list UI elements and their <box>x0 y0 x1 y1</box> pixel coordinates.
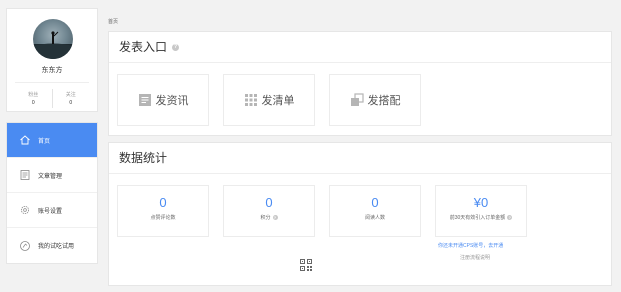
open-cps-link[interactable]: 你还未开通CPS账号，去开通 <box>438 242 503 249</box>
sidebar: 东东方 粉丝 0 关注 0 首页 文章管理 账号设置 我的试吃试用 <box>6 8 98 264</box>
publish-panel: 发表入口 ? 发资讯 发清单 发搭配 <box>108 31 612 136</box>
stat-caption: 积分 <box>260 215 271 221</box>
publish-cards: 发资讯 发清单 发搭配 <box>117 74 421 126</box>
fans-value: 0 <box>31 100 35 106</box>
nav-item-trials[interactable]: 我的试吃试用 <box>7 228 97 263</box>
help-icon[interactable]: ? <box>507 215 513 220</box>
article-icon <box>138 93 152 107</box>
stat-card-points: 0 积分? <box>223 185 315 237</box>
gear-icon <box>19 204 31 216</box>
stat-card-likes-comments: 0 点赞评论数 <box>117 185 209 237</box>
stats-panel: 数据统计 0 点赞评论数 0 积分? 0 阅读人数 ¥0 前30天有效引入订单金… <box>108 142 612 286</box>
combo-icon <box>350 93 364 107</box>
stat-caption: 前30天有效引入订单金额 <box>449 215 506 221</box>
nav-item-label: 账号设置 <box>38 208 63 215</box>
trial-icon <box>19 240 31 252</box>
stat-value: 0 <box>159 195 167 210</box>
avatar[interactable] <box>33 19 73 59</box>
registration-guide-link[interactable]: 注册流程说明 <box>460 254 490 261</box>
follow-stat[interactable]: 关注 0 <box>51 89 90 108</box>
publish-list-button[interactable]: 发清单 <box>223 74 315 126</box>
publish-list-label: 发清单 <box>261 95 295 107</box>
nav-item-label: 文章管理 <box>38 173 63 180</box>
breadcrumb[interactable]: 首页 <box>108 18 118 25</box>
publish-combo-label: 发搭配 <box>367 95 401 107</box>
home-icon <box>19 134 31 146</box>
stats-title: 数据统计 <box>119 150 168 165</box>
publish-article-label: 发资讯 <box>155 95 189 107</box>
nav-item-label: 首页 <box>38 138 51 145</box>
stat-caption: 点赞评论数 <box>150 215 176 221</box>
follow-label: 关注 <box>65 92 76 98</box>
stat-card-order-amount: ¥0 前30天有效引入订单金额? <box>435 185 527 237</box>
nav-item-articles[interactable]: 文章管理 <box>7 158 97 193</box>
publish-title-bar: 发表入口 ? <box>109 32 611 63</box>
stat-card-readers: 0 阅读人数 <box>329 185 421 237</box>
stat-cards: 0 点赞评论数 0 积分? 0 阅读人数 ¥0 前30天有效引入订单金额? <box>117 185 527 237</box>
stat-value: 0 <box>371 195 379 210</box>
publish-combo-button[interactable]: 发搭配 <box>329 74 421 126</box>
fans-stat[interactable]: 粉丝 0 <box>15 83 52 108</box>
stats-title-bar: 数据统计 <box>109 143 611 174</box>
publish-article-button[interactable]: 发资讯 <box>117 74 209 126</box>
nav-item-home[interactable]: 首页 <box>7 123 97 158</box>
nav-item-label: 我的试吃试用 <box>38 244 75 250</box>
publish-title: 发表入口 <box>119 39 168 54</box>
side-nav: 首页 文章管理 账号设置 我的试吃试用 <box>6 122 98 264</box>
username: 东东方 <box>41 67 63 74</box>
document-icon <box>19 169 31 181</box>
help-icon[interactable]: ? <box>272 215 278 220</box>
nav-item-account-settings[interactable]: 账号设置 <box>7 193 97 228</box>
grid-list-icon <box>244 93 258 107</box>
help-icon[interactable]: ? <box>172 43 180 51</box>
fans-label: 粉丝 <box>28 92 39 98</box>
stat-value: ¥0 <box>473 195 489 210</box>
stat-value: 0 <box>265 195 273 210</box>
qr-code-icon[interactable] <box>299 258 313 272</box>
profile-card: 东东方 粉丝 0 关注 0 <box>6 8 98 112</box>
stat-caption: 阅读人数 <box>364 215 385 221</box>
follow-stats: 粉丝 0 关注 0 <box>15 82 89 108</box>
follow-value: 0 <box>69 100 73 106</box>
